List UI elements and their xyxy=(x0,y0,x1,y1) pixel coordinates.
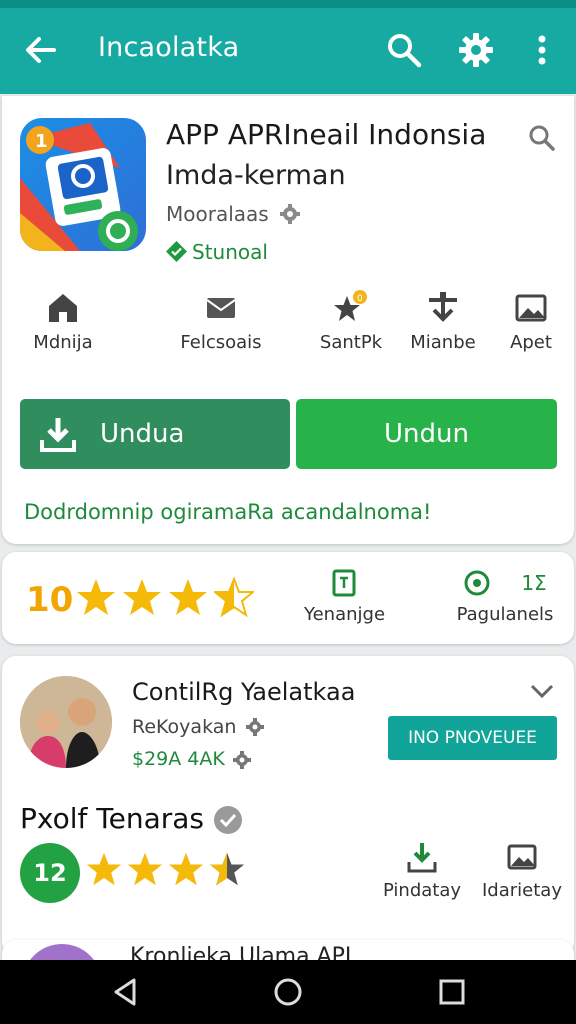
star-badge-icon: 0 xyxy=(333,290,369,326)
section-action[interactable]: Idarietay xyxy=(480,840,564,901)
status-bar xyxy=(0,0,576,8)
section-action-label: Pindatay xyxy=(382,880,462,901)
search-icon[interactable] xyxy=(384,30,424,70)
gear-icon xyxy=(245,717,265,737)
star-icon xyxy=(123,579,161,615)
star-half-icon xyxy=(209,852,245,886)
download-button-label: Undun xyxy=(384,419,469,449)
mail-icon xyxy=(203,290,239,326)
download-tray-icon xyxy=(405,840,439,874)
star-icon xyxy=(169,579,207,615)
star-icon xyxy=(127,852,163,886)
avatar[interactable] xyxy=(20,676,112,768)
image-frame-icon xyxy=(505,840,539,874)
download-arrow-icon xyxy=(425,290,461,326)
home-icon xyxy=(45,290,81,326)
arrow-left-icon[interactable] xyxy=(20,30,60,70)
app-developer[interactable]: Imda-kerman xyxy=(166,160,346,191)
svg-text:1: 1 xyxy=(35,131,48,152)
nav-home-icon[interactable] xyxy=(272,976,304,1008)
check-circle-icon xyxy=(213,805,243,835)
install-chip-button[interactable]: INO PNOVEUEE xyxy=(388,716,557,760)
section-action[interactable]: Pindatay xyxy=(380,840,464,901)
stat-item[interactable]: Apet xyxy=(476,290,576,353)
promo-text[interactable]: Dodrdomnip ogiramaRa acandalnoma! xyxy=(24,500,431,524)
search-icon[interactable] xyxy=(528,124,556,152)
stat-item[interactable]: Felcsoais xyxy=(166,290,276,353)
app-bar: Incaolatka xyxy=(0,8,576,94)
mini-label: Pagulanels xyxy=(456,604,554,625)
gear-icon xyxy=(279,203,301,225)
nav-back-icon[interactable] xyxy=(110,976,142,1008)
download-icon xyxy=(38,414,78,454)
more-vert-icon[interactable] xyxy=(522,30,562,70)
chevron-down-icon[interactable] xyxy=(528,680,556,702)
document-icon xyxy=(329,568,359,598)
rating-value: 10 xyxy=(26,580,74,620)
stat-label: Mdnija xyxy=(33,332,93,353)
star-half-icon xyxy=(214,577,254,617)
svg-text:0: 0 xyxy=(357,294,363,304)
star-icon xyxy=(77,579,115,615)
publisher-subtitle: ReKoyakan xyxy=(132,716,237,738)
system-nav-bar xyxy=(0,960,576,1024)
section-stars xyxy=(86,851,245,887)
stat-item[interactable]: Mdnija xyxy=(8,290,118,353)
section-action-label: Idarietay xyxy=(482,880,562,901)
rating-mini-item[interactable]: Yenanjge xyxy=(304,568,386,625)
app-badge-label: Stunoal xyxy=(192,240,268,264)
stat-label: Apet xyxy=(510,332,552,353)
score-badge: 12 xyxy=(20,843,80,903)
install-button[interactable]: Undua xyxy=(20,399,290,469)
publisher-title: ContilRg Yaelatkaa xyxy=(132,678,356,706)
app-category: Mooralaas xyxy=(166,202,269,226)
section-title: Pxolf Tenaras xyxy=(20,802,204,835)
rating-mini-item[interactable]: 1Σ Pagulanels xyxy=(450,568,560,625)
image-icon xyxy=(513,290,549,326)
gear-icon[interactable] xyxy=(456,30,496,70)
star-icon xyxy=(86,852,122,886)
app-name: APP APRIneail Indonsia xyxy=(166,118,487,151)
mini-extra: 1Σ xyxy=(521,571,547,595)
rating-stars xyxy=(76,577,254,621)
app-icon[interactable]: 1 xyxy=(20,118,146,251)
star-icon xyxy=(168,852,204,886)
gear-icon xyxy=(232,750,252,770)
download-button[interactable]: Undun xyxy=(296,399,557,469)
verified-check-icon xyxy=(166,241,187,262)
mini-label: Yenanjge xyxy=(304,604,386,625)
publisher-amount: $29A 4AK xyxy=(132,748,225,770)
stat-label: Felcsoais xyxy=(180,332,262,353)
nav-recents-icon[interactable] xyxy=(436,976,468,1008)
page-title: Incaolatka xyxy=(98,32,240,63)
circle-icon xyxy=(463,569,491,597)
install-button-label: Undua xyxy=(100,419,185,449)
